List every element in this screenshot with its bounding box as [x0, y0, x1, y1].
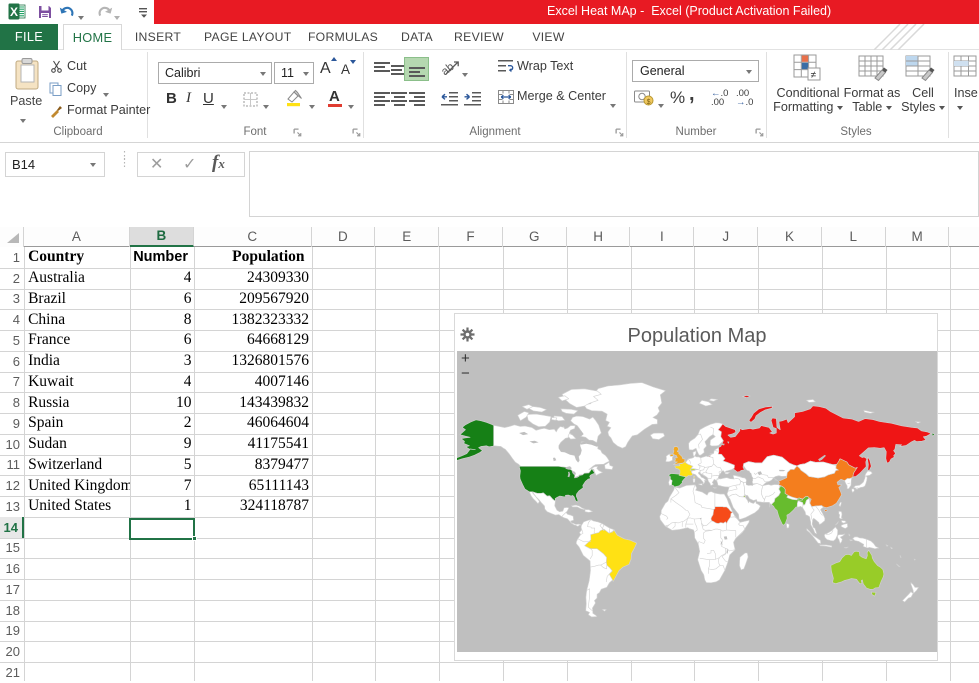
svg-text:≠: ≠ — [811, 70, 817, 81]
svg-text:ab: ab — [441, 61, 457, 77]
svg-text:$: $ — [647, 99, 651, 106]
svg-text:X: X — [10, 5, 18, 19]
